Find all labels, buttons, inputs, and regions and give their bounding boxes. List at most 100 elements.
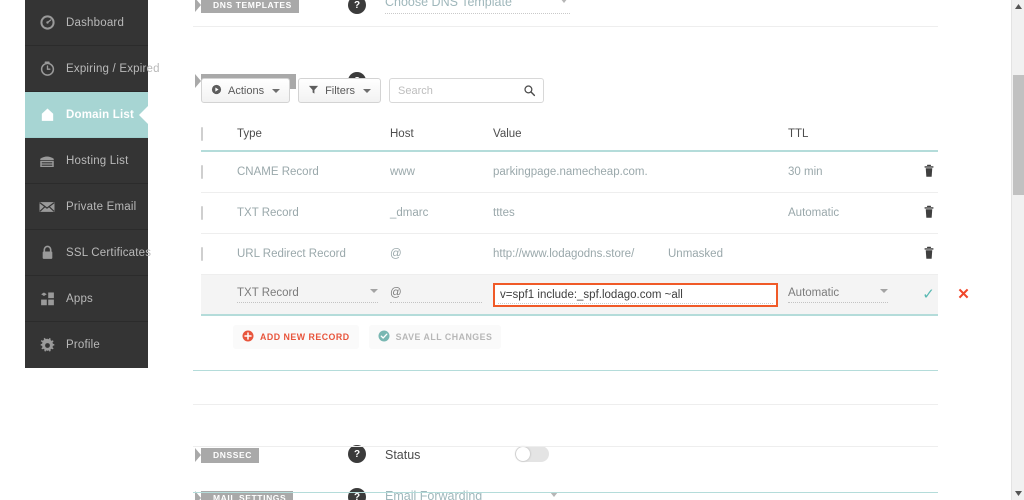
record-edit-row: TXT Record @ Auto — [201, 275, 970, 316]
edit-value-cell — [493, 282, 788, 307]
record-type-select[interactable]: TXT Record — [237, 287, 378, 303]
search-box — [389, 78, 545, 103]
divider — [193, 404, 938, 405]
select-all-checkbox[interactable] — [201, 127, 203, 141]
add-new-record-label: ADD NEW RECORD — [260, 332, 350, 342]
sidebar-item-label: Domain List — [66, 108, 135, 121]
delete-icon[interactable] — [923, 205, 935, 222]
sidebar-item-label: Private Email — [66, 200, 137, 213]
cell-ttl: Automatic — [788, 207, 840, 219]
dns-settings-panel: DNS TEMPLATES ? Choose DNS Template HOST… — [193, 0, 970, 500]
table-row[interactable]: URL Redirect Record @ http://www.lodagod… — [201, 234, 938, 275]
row-select-cell — [201, 206, 237, 220]
save-all-changes-label: SAVE ALL CHANGES — [395, 332, 493, 342]
record-type-value: TXT Record — [237, 286, 299, 299]
clock-icon — [37, 59, 57, 79]
record-host-field[interactable]: @ — [390, 287, 482, 303]
cell-type: CNAME Record — [237, 166, 319, 178]
plus-circle-icon — [242, 330, 254, 344]
search-input[interactable] — [390, 79, 544, 102]
scroll-down-arrow-icon[interactable] — [1012, 487, 1024, 500]
row-checkbox[interactable] — [201, 206, 203, 220]
delete-icon[interactable] — [923, 164, 935, 181]
cell-host: www — [390, 166, 415, 178]
toggle-knob — [516, 447, 530, 461]
browser-viewport: Dashboard Expiring / Expired Domain List… — [0, 0, 1024, 500]
scroll-up-arrow-icon[interactable] — [1012, 0, 1024, 13]
sidebar-item-label: Apps — [66, 292, 94, 305]
edit-type-cell: TXT Record — [237, 287, 390, 303]
dns-templates-tag: DNS TEMPLATES — [195, 0, 299, 13]
record-host-value: @ — [390, 286, 402, 299]
cell-value: parkingpage.namecheap.com. — [493, 166, 648, 178]
sidebar-item-expiring-expired[interactable]: Expiring / Expired — [25, 46, 160, 92]
sidebar-item-apps[interactable]: Apps — [25, 276, 148, 322]
sidebar-item-dashboard[interactable]: Dashboard — [25, 0, 148, 46]
dnssec-status-label: Status — [385, 448, 421, 462]
filters-button[interactable]: Filters — [298, 78, 382, 103]
cell-value-mask: Unmasked — [668, 248, 723, 260]
check-circle-icon — [378, 330, 390, 344]
chevron-down-icon — [880, 288, 888, 293]
mail-settings-help-icon[interactable]: ? — [348, 488, 366, 500]
table-row[interactable]: TXT Record _dmarc tttes Automatic — [201, 193, 938, 234]
divider-teal — [193, 370, 938, 371]
cell-type: TXT Record — [237, 207, 299, 219]
confirm-edit-icon[interactable]: ✓ — [922, 287, 935, 302]
dns-templates-help-icon[interactable]: ? — [348, 0, 366, 14]
sidebar-item-hosting-list[interactable]: Hosting List — [25, 138, 148, 184]
sidebar-item-domain-list[interactable]: Domain List — [25, 92, 148, 138]
chevron-down-icon — [363, 88, 372, 93]
cell-value: tttes — [493, 207, 515, 219]
row-checkbox[interactable] — [201, 247, 203, 261]
dns-template-select-value: Choose DNS Template — [385, 0, 512, 9]
cell-value: http://www.lodagodns.store/ Unmasked — [493, 248, 788, 260]
actions-button-label: Actions — [228, 84, 265, 97]
server-icon — [37, 151, 57, 171]
select-all-cell — [201, 127, 237, 141]
record-value-input[interactable] — [495, 284, 776, 305]
table-header-row: Type Host Value TTL — [201, 118, 938, 152]
edit-actions-cell: ✓ ✕ — [911, 287, 981, 302]
record-ttl-select[interactable]: Automatic — [788, 287, 888, 303]
cell-actions — [911, 164, 946, 181]
scrollbar-thumb[interactable] — [1013, 75, 1024, 195]
dnssec-tag: DNSSEC — [194, 448, 260, 463]
filters-button-label: Filters — [325, 84, 356, 97]
search-icon[interactable] — [523, 84, 536, 102]
input-underline — [498, 302, 773, 304]
cell-value-url: http://www.lodagodns.store/ — [493, 248, 635, 260]
dnssec-status-toggle[interactable] — [515, 446, 549, 462]
edit-ttl-cell: Automatic — [788, 287, 911, 303]
mail-settings-select-value: Email Forwarding — [385, 489, 483, 500]
sidebar-item-ssl-certificates[interactable]: SSL Certificates — [25, 230, 151, 276]
divider — [193, 26, 938, 27]
cancel-edit-icon[interactable]: ✕ — [957, 287, 970, 302]
actions-icon — [211, 84, 222, 98]
mail-settings-select[interactable]: Email Forwarding — [385, 489, 560, 500]
column-header-ttl: TTL — [788, 128, 809, 140]
edit-host-cell: @ — [390, 287, 493, 303]
divider — [193, 446, 938, 447]
sidebar-item-profile[interactable]: Profile — [25, 322, 148, 368]
gauge-icon — [37, 13, 57, 33]
dnssec-help-icon[interactable]: ? — [348, 445, 366, 463]
table-row[interactable]: CNAME Record www parkingpage.namecheap.c… — [201, 152, 938, 193]
sidebar-item-label: Expiring / Expired — [66, 62, 160, 75]
sidebar-item-private-email[interactable]: Private Email — [25, 184, 148, 230]
page-scrollbar[interactable] — [1011, 0, 1024, 500]
row-checkbox[interactable] — [201, 165, 203, 179]
row-select-cell — [201, 247, 237, 261]
cell-type: URL Redirect Record — [237, 248, 346, 260]
delete-icon[interactable] — [923, 246, 935, 263]
actions-button[interactable]: Actions — [201, 78, 291, 103]
add-new-record-button[interactable]: ADD NEW RECORD — [233, 325, 359, 349]
home-icon — [37, 105, 57, 125]
row-select-cell — [201, 165, 237, 179]
save-all-changes-button[interactable]: SAVE ALL CHANGES — [368, 325, 502, 349]
envelope-icon — [37, 197, 57, 217]
column-header-type: Type — [237, 128, 262, 140]
cell-actions — [911, 246, 946, 263]
dns-template-select[interactable]: Choose DNS Template — [385, 0, 570, 14]
cell-host: _dmarc — [390, 207, 429, 219]
